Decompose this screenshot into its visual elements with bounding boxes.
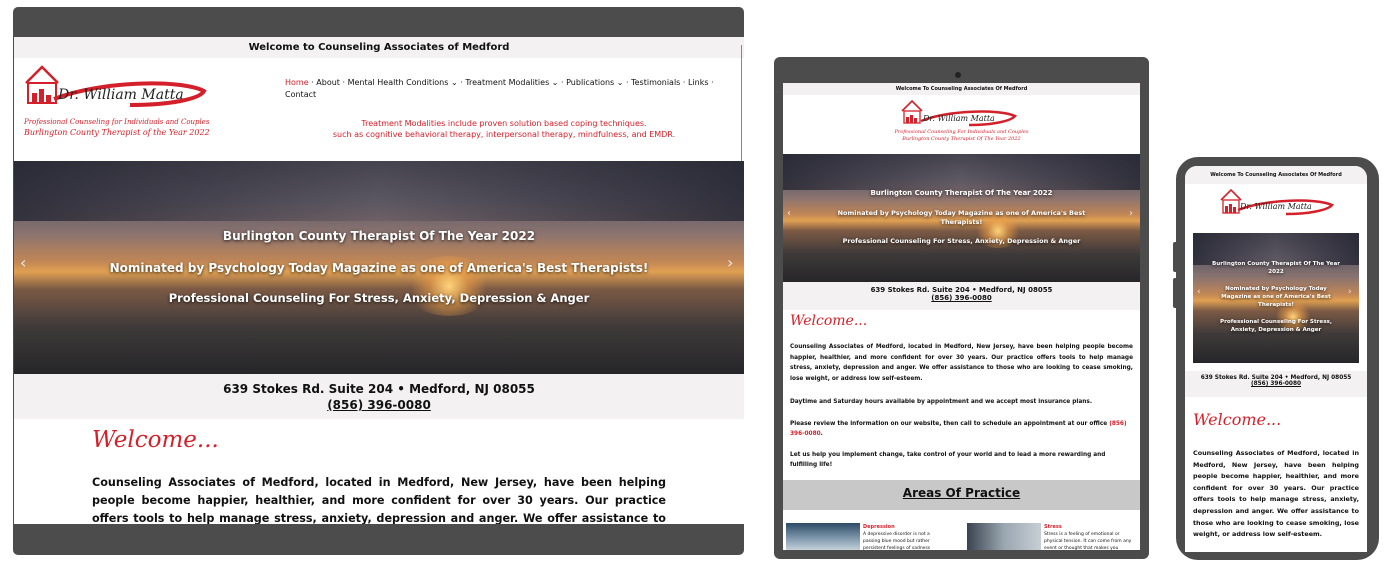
nav-publications[interactable]: Publications <box>566 78 614 87</box>
tablet-screen: Welcome To Counseling Associates Of Medf… <box>783 83 1140 550</box>
phone-address-bar: 639 Stokes Rd. Suite 204 • Medford, NJ 0… <box>1185 371 1367 397</box>
depression-text: A depressive disorder is not a passing b… <box>863 532 931 550</box>
tablet-topbar: Welcome To Counseling Associates Of Medf… <box>783 83 1140 95</box>
phone-address-text: 639 Stokes Rd. Suite 204 • Medford, NJ 0… <box>1200 375 1352 381</box>
modalities-line-2: such as cognitive behavioral therapy, in… <box>332 130 676 139</box>
tablet-tagline-2: Burlington County Therapist Of The Year … <box>902 136 1021 142</box>
hero-line-1: Burlington County Therapist Of The Year … <box>222 229 536 243</box>
phone-hero: Burlington County Therapist Of The Year … <box>1193 233 1359 363</box>
phone-topbar: Welcome To Counseling Associates Of Medf… <box>1185 166 1367 184</box>
topbar-title: Welcome to Counseling Associates of Medf… <box>248 42 510 53</box>
hero-line-2: Nominated by Psychology Today Magazine a… <box>109 261 649 275</box>
address-text: 639 Stokes Rd. Suite 204 • Medford, NJ 0… <box>223 382 535 396</box>
tablet-welcome-p2: Daytime and Saturday hours available by … <box>790 399 1093 405</box>
phone-hero-line-2: Nominated by Psychology Today Magazine a… <box>1221 286 1331 308</box>
phone-topbar-title: Welcome To Counseling Associates Of Medf… <box>1210 172 1342 178</box>
tablet-welcome-p1: Counseling Associates of Medford, locate… <box>790 344 1133 382</box>
stress-image[interactable] <box>967 523 1041 550</box>
tablet-logo-text: Dr. William Matta <box>923 114 995 123</box>
tablet-areas-band: Areas Of Practice <box>783 480 1140 510</box>
tablet-hero-line-2: Nominated by Psychology Today Magazine a… <box>837 209 1086 226</box>
phone-welcome-heading: Welcome... <box>1193 410 1282 429</box>
depression-image[interactable] <box>786 523 860 550</box>
tablet-hero: Burlington County Therapist Of The Year … <box>783 154 1140 282</box>
stress-text: Stress is a feeling of emotional or phys… <box>1044 532 1132 550</box>
address-bar: 639 Stokes Rd. Suite 204 • Medford, NJ 0… <box>14 374 744 419</box>
logo[interactable]: Dr. William Matta <box>24 63 207 111</box>
nav-contact[interactable]: Contact <box>285 90 316 99</box>
tablet-address-bar: 639 Stokes Rd. Suite 204 • Medford, NJ 0… <box>783 282 1140 310</box>
desktop-header: Dr. William Matta Professional Counselin… <box>14 58 744 150</box>
stress-title[interactable]: Stress <box>1044 524 1062 530</box>
tablet-hero-line-1: Burlington County Therapist Of The Year … <box>870 189 1053 197</box>
chevron-down-icon: ⌄ <box>448 78 461 87</box>
tablet-welcome-p3: Please review the information on our web… <box>790 421 1127 437</box>
phone-screen: Welcome To Counseling Associates Of Medf… <box>1185 166 1367 552</box>
prev-arrow-icon[interactable]: ‹ <box>20 253 26 272</box>
tagline-1: Professional Counseling for Individuals … <box>24 118 210 126</box>
main-nav: Home · About · Mental Health Conditions … <box>285 78 714 99</box>
tablet-welcome-p4: Let us help you implement change, take c… <box>790 452 1106 468</box>
prev-arrow-icon[interactable]: ‹ <box>1197 287 1201 297</box>
nav-links[interactable]: Links <box>688 78 709 87</box>
tablet-welcome-heading: Welcome... <box>790 313 868 329</box>
nav-home[interactable]: Home <box>285 78 309 87</box>
tablet-address-text: 639 Stokes Rd. Suite 204 • Medford, NJ 0… <box>870 286 1053 294</box>
phone-logo[interactable]: Dr. William Matta <box>1220 188 1335 218</box>
areas-heading: Areas Of Practice <box>902 486 1021 500</box>
phone-logo-text: Dr. William Matta <box>1240 202 1312 211</box>
tagline-2: Burlington County Therapist of the Year … <box>24 128 210 137</box>
tablet-tagline-1: Professional Counseling For Individuals … <box>894 129 1029 135</box>
phone-hero-line-1: Burlington County Therapist Of The Year … <box>1212 261 1340 275</box>
desktop-topbar: Welcome to Counseling Associates of Medf… <box>14 37 744 58</box>
welcome-paragraph: Counseling Associates of Medford, locate… <box>92 476 666 524</box>
depression-title[interactable]: Depression <box>863 524 895 530</box>
next-arrow-icon[interactable]: › <box>1348 287 1352 297</box>
tablet-phone-link[interactable]: (856) 396-0080 <box>783 294 1140 302</box>
hero-line-3: Professional Counseling For Stress, Anxi… <box>168 291 590 305</box>
tablet-topbar-title: Welcome To Counseling Associates Of Medf… <box>895 86 1028 92</box>
logo-text: Dr. William Matta <box>58 87 184 103</box>
modalities-line-1: Treatment Modalities include proven solu… <box>361 119 647 128</box>
next-arrow-icon[interactable]: › <box>1129 208 1133 219</box>
next-arrow-icon[interactable]: › <box>727 253 733 272</box>
chevron-down-icon: ⌄ <box>549 78 562 87</box>
chevron-down-icon: ⌄ <box>614 78 626 87</box>
tablet-logo[interactable]: Dr. William Matta <box>901 99 1021 129</box>
tablet-hero-line-3: Professional Counseling For Stress, Anxi… <box>842 237 1081 245</box>
phone-welcome-p1: Counseling Associates of Medford, locate… <box>1193 449 1359 539</box>
welcome-heading: Welcome... <box>92 427 219 453</box>
scrollbar[interactable] <box>741 45 742 163</box>
hero-clouds <box>783 154 1140 190</box>
desktop-screen: Welcome to Counseling Associates of Medf… <box>14 37 744 524</box>
phone-hero-line-3: Professional Counseling For Stress, Anxi… <box>1220 319 1332 333</box>
phone-link[interactable]: (856) 396-0080 <box>14 398 744 412</box>
nav-testimonials[interactable]: Testimonials <box>631 78 680 87</box>
prev-arrow-icon[interactable]: ‹ <box>787 208 791 219</box>
tablet-camera <box>955 72 961 78</box>
nav-mental-health[interactable]: Mental Health Conditions <box>348 78 449 87</box>
hero-clouds <box>14 161 744 221</box>
hero-slider: Burlington County Therapist Of The Year … <box>14 161 744 374</box>
phone-phone-link[interactable]: (856) 396-0080 <box>1185 381 1367 387</box>
nav-about[interactable]: About <box>316 78 340 87</box>
nav-treatment[interactable]: Treatment Modalities <box>465 78 549 87</box>
